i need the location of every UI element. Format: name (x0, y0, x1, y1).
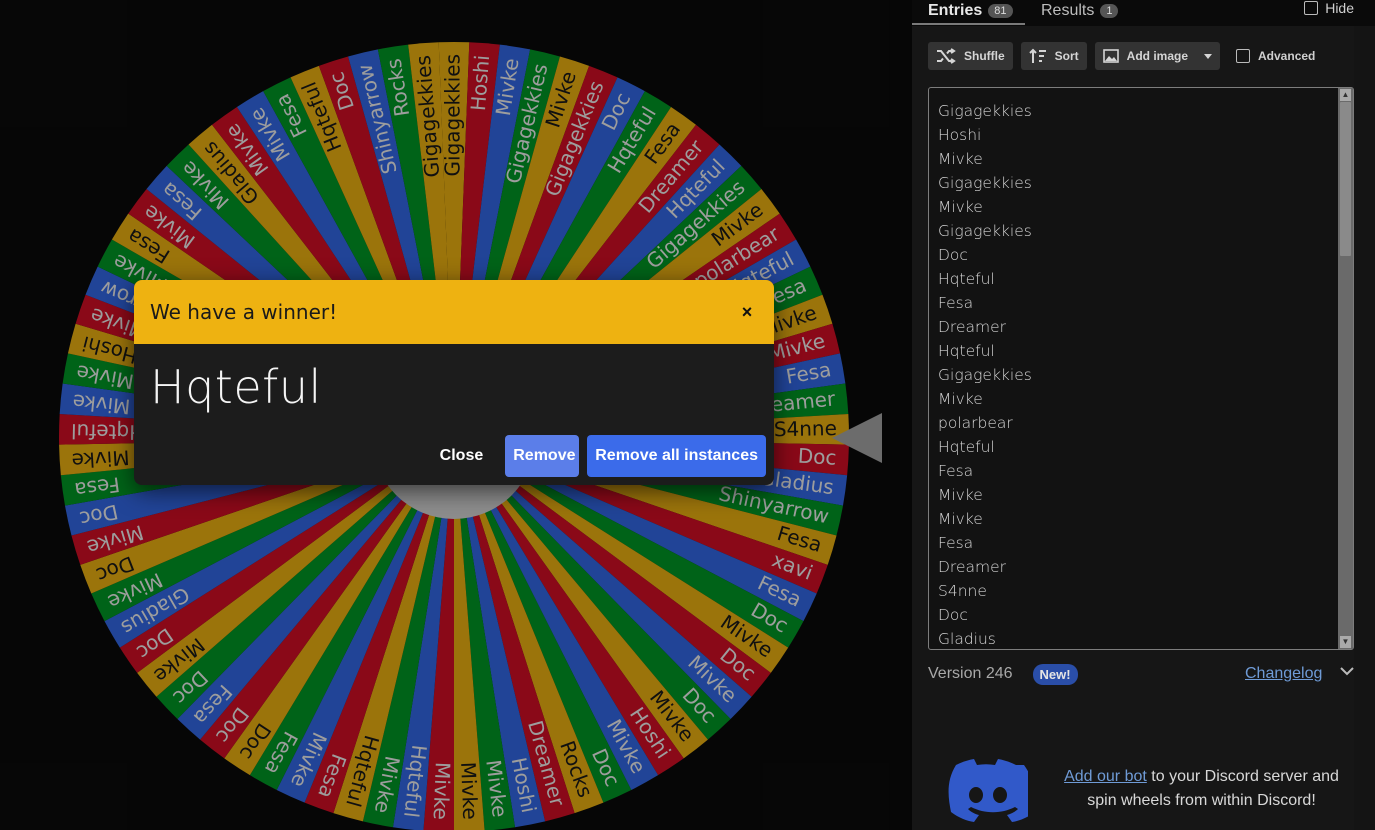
add-bot-link[interactable]: Add our bot (1064, 768, 1147, 785)
tab-entries-label: Entries (928, 2, 983, 19)
advanced-checkbox[interactable] (1236, 49, 1251, 63)
sort-button[interactable]: Sort (1020, 42, 1087, 70)
entry-line: Doc (938, 606, 968, 624)
entries-count-badge: 81 (988, 4, 1013, 18)
wheel-segment-label: Hoshi (466, 54, 494, 112)
advanced-toggle[interactable]: Advanced (1236, 49, 1315, 63)
scroll-up-icon[interactable]: ▲ (1340, 89, 1351, 101)
entry-line: polarbear (938, 414, 1013, 432)
discord-icon (948, 759, 1036, 828)
entry-line: Mivke (938, 390, 983, 408)
sort-label: Sort (1054, 49, 1079, 63)
entry-line: Gigagekkies (938, 222, 1032, 240)
entry-line: Fesa (938, 462, 974, 480)
active-tab-indicator (912, 23, 1025, 25)
tab-results-label: Results (1041, 2, 1095, 19)
entry-line: Dreamer (938, 318, 1007, 336)
app-root: Gigagekkies Hoshi Mivke Gigagekkies Mivke Gig… (0, 0, 1375, 830)
wheel-segment-label: Mivke (456, 761, 482, 820)
shuffle-label: Shuffle (964, 49, 1005, 63)
winner-name: Hqteful (150, 360, 322, 414)
hide-toggle[interactable]: Hide (1304, 0, 1354, 16)
scroll-down-icon[interactable]: ▼ (1340, 636, 1351, 648)
scroll-thumb[interactable] (1340, 102, 1351, 256)
version-row: Version 246 New! Changelog (928, 662, 1354, 686)
changelog-link[interactable]: Changelog (1245, 665, 1322, 683)
entry-line: Dreamer (938, 558, 1007, 576)
add-image-label: Add image (1126, 49, 1189, 63)
image-icon (1102, 49, 1119, 63)
entries-textarea[interactable]: Gigagekkies Hoshi Mivke Gigagekkies Mivke Gig… (928, 87, 1354, 650)
entry-line: Mivke (938, 486, 983, 504)
wheel-segment-label: Mivke (429, 762, 455, 821)
entry-line: Fesa (938, 294, 974, 312)
entries-panel: Entries 81 Results 1 Hide Shuffle Sort A… (912, 0, 1375, 830)
entry-line: Doc (938, 246, 968, 264)
wheel-segment-label: S4nne (774, 416, 838, 441)
add-image-button[interactable]: Add image (1094, 42, 1221, 70)
entry-line: Gigagekkies (938, 102, 1032, 120)
close-button[interactable]: Close (426, 435, 498, 477)
entries-toolbar: Shuffle Sort Add image Advanced (928, 42, 1315, 70)
entries-list: Gigagekkies Hoshi Mivke Gigagekkies Mivke Gig… (938, 99, 1328, 649)
discord-promo: Add our bot to your Discord server and s… (948, 759, 1339, 829)
close-icon[interactable]: × (736, 302, 758, 323)
entry-line: Hoshi (938, 126, 982, 144)
chevron-down-icon (1204, 53, 1213, 59)
winner-dialog: We have a winner! × Hqteful Close Remove… (134, 280, 774, 485)
entry-line: Mivke (938, 150, 983, 168)
hide-label: Hide (1325, 0, 1354, 16)
entry-line: Gladius (938, 630, 996, 648)
results-count-badge: 1 (1100, 4, 1119, 18)
panel-tabs: Entries 81 Results 1 Hide (912, 0, 1375, 26)
entry-line: Hqteful (938, 270, 995, 288)
winner-dialog-actions: Close Remove Remove all instances (426, 435, 766, 477)
shuffle-button[interactable]: Shuffle (928, 42, 1013, 70)
advanced-label: Advanced (1258, 49, 1316, 63)
new-badge: New! (1032, 663, 1078, 685)
entry-line: Hqteful (938, 342, 995, 360)
winner-dialog-title: We have a winner! (150, 300, 338, 324)
wheel-segment-label: Mivke (71, 445, 130, 472)
entries-scrollbar[interactable]: ▲ ▼ (1338, 88, 1353, 649)
remove-all-instances-button[interactable]: Remove all instances (587, 435, 766, 477)
sort-icon (1028, 48, 1047, 64)
version-text: Version 246 (928, 665, 1013, 682)
shuffle-icon (936, 48, 956, 64)
entry-line: S4nne (938, 582, 987, 600)
entry-line: Hqteful (938, 438, 995, 456)
wheel-segment-label: Doc (797, 444, 837, 470)
panel-body: Shuffle Sort Add image Advanced Gigagekk… (912, 26, 1354, 830)
hide-checkbox[interactable] (1304, 1, 1319, 15)
tab-entries[interactable]: Entries 81 (928, 0, 1013, 24)
entry-line: Mivke (938, 510, 983, 528)
entry-line: Gigagekkies (938, 366, 1032, 384)
winner-dialog-header: We have a winner! × (134, 280, 774, 344)
wheel-segment-label: Gigagekkies (441, 54, 465, 176)
discord-promo-text: Add our bot to your Discord server and s… (1064, 765, 1339, 813)
remove-button[interactable]: Remove (505, 435, 580, 477)
entry-line: Fesa (938, 534, 974, 552)
chevron-down-icon[interactable] (1339, 664, 1355, 682)
entry-line: Gigagekkies (938, 174, 1032, 192)
entry-line: Mivke (938, 198, 983, 216)
tab-results[interactable]: Results 1 (1041, 0, 1119, 24)
